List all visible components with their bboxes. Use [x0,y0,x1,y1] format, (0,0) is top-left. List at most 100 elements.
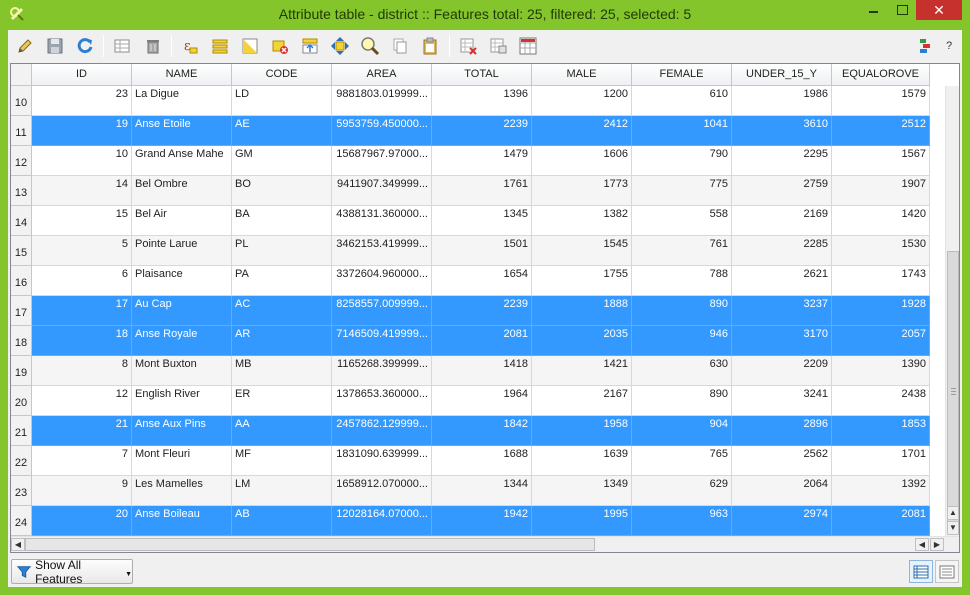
table-cell[interactable]: 2285 [732,236,832,266]
table-corner[interactable] [11,64,32,86]
table-cell[interactable]: Bel Ombre [132,176,232,206]
table-cell[interactable]: 2209 [732,356,832,386]
table-cell[interactable]: 2562 [732,446,832,476]
table-cell[interactable]: 1701 [832,446,930,476]
table-cell[interactable]: 1606 [532,146,632,176]
table-cell[interactable]: 3241 [732,386,832,416]
table-cell[interactable]: 2167 [532,386,632,416]
table-row[interactable]: 19 8 Mont Buxton MB 1165268.399999... 1418 142… [11,356,946,386]
maximize-button[interactable] [888,0,916,20]
scroll-right-button[interactable]: ▶ [930,538,944,551]
table-cell[interactable]: 1658912.070000... [332,476,432,506]
table-cell[interactable]: LD [232,86,332,116]
table-row[interactable]: 18 18 Anse Royale AR 7146509.419999... 2081 20… [11,326,946,356]
copy-selected-button[interactable] [389,35,411,57]
column-header[interactable]: ID [32,64,132,86]
row-header[interactable]: 24 [11,506,32,536]
table-row[interactable]: 16 6 Plaisance PA 3372604.960000... 1654 1755 7… [11,266,946,296]
table-cell[interactable]: Les Mamelles [132,476,232,506]
table-cell[interactable]: AB [232,506,332,536]
table-cell[interactable]: Anse Royale [132,326,232,356]
table-cell[interactable]: 1344 [432,476,532,506]
delete-feature-button[interactable] [142,35,164,57]
row-header[interactable]: 22 [11,446,32,476]
table-row[interactable]: 17 17 Au Cap AC 8258557.009999... 2239 1888 890… [11,296,946,326]
table-cell[interactable]: 3170 [732,326,832,356]
table-cell[interactable]: ER [232,386,332,416]
table-cell[interactable]: 10 [32,146,132,176]
table-cell[interactable]: 790 [632,146,732,176]
table-cell[interactable]: 19 [32,116,132,146]
table-cell[interactable]: 963 [632,506,732,536]
row-header[interactable]: 11 [11,116,32,146]
table-cell[interactable]: Pointe Larue [132,236,232,266]
table-view-button[interactable] [909,560,933,583]
table-cell[interactable]: 2035 [532,326,632,356]
table-cell[interactable]: GM [232,146,332,176]
table-cell[interactable]: 14 [32,176,132,206]
table-cell[interactable]: 2512 [832,116,930,146]
table-cell[interactable]: 2064 [732,476,832,506]
row-header[interactable]: 16 [11,266,32,296]
pan-to-selected-button[interactable] [329,35,351,57]
table-cell[interactable]: 1345 [432,206,532,236]
table-cell[interactable]: 4388131.360000... [332,206,432,236]
table-cell[interactable]: 1755 [532,266,632,296]
table-row[interactable]: 20 12 English River ER 1378653.360000... 1964… [11,386,946,416]
scroll-down-button[interactable]: ▼ [947,521,959,535]
table-cell[interactable]: 890 [632,296,732,326]
table-cell[interactable]: 2621 [732,266,832,296]
row-header[interactable]: 20 [11,386,32,416]
row-header[interactable]: 14 [11,206,32,236]
table-cell[interactable]: 3372604.960000... [332,266,432,296]
column-header[interactable]: AREA [332,64,432,86]
table-cell[interactable]: 1479 [432,146,532,176]
table-cell[interactable]: BA [232,206,332,236]
table-row[interactable]: 22 7 Mont Fleuri MF 1831090.639999... 1688 163… [11,446,946,476]
table-row[interactable]: 23 9 Les Mamelles LM 1658912.070000... 1344 13… [11,476,946,506]
table-cell[interactable]: 788 [632,266,732,296]
table-cell[interactable]: PA [232,266,332,296]
table-cell[interactable]: 1200 [532,86,632,116]
table-cell[interactable]: PL [232,236,332,266]
table-cell[interactable]: 8258557.009999... [332,296,432,326]
table-cell[interactable]: Au Cap [132,296,232,326]
table-cell[interactable]: 761 [632,236,732,266]
table-cell[interactable]: Anse Aux Pins [132,416,232,446]
table-cell[interactable]: 15687967.97000... [332,146,432,176]
table-cell[interactable]: 1761 [432,176,532,206]
table-cell[interactable]: 629 [632,476,732,506]
table-row[interactable]: 10 23 La Digue LD 9881803.019999... 1396 1200 6… [11,86,946,116]
table-cell[interactable]: 21 [32,416,132,446]
table-cell[interactable]: 2239 [432,116,532,146]
help-button[interactable]: ? [938,35,960,57]
table-cell[interactable]: Mont Buxton [132,356,232,386]
column-header[interactable]: UNDER_15_Y [732,64,832,86]
table-row[interactable]: 13 14 Bel Ombre BO 9411907.349999... 1761 1773… [11,176,946,206]
column-header[interactable]: FEMALE [632,64,732,86]
table-cell[interactable]: AA [232,416,332,446]
table-cell[interactable]: 946 [632,326,732,356]
row-header[interactable]: 18 [11,326,32,356]
select-all-button[interactable] [209,35,231,57]
table-cell[interactable]: 23 [32,86,132,116]
table-row[interactable]: 21 21 Anse Aux Pins AA 2457862.129999... 1842… [11,416,946,446]
table-cell[interactable]: 1986 [732,86,832,116]
table-cell[interactable]: 2457862.129999... [332,416,432,446]
table-cell[interactable]: 2239 [432,296,532,326]
table-cell[interactable]: 1842 [432,416,532,446]
table-cell[interactable]: 3237 [732,296,832,326]
table-cell[interactable]: 2081 [432,326,532,356]
table-cell[interactable]: 9881803.019999... [332,86,432,116]
table-cell[interactable]: 1964 [432,386,532,416]
table-cell[interactable]: 20 [32,506,132,536]
vertical-scroll-thumb[interactable] [947,251,959,535]
table-cell[interactable]: 9411907.349999... [332,176,432,206]
table-cell[interactable]: 1418 [432,356,532,386]
delete-selected-button[interactable] [111,35,133,57]
table-cell[interactable]: English River [132,386,232,416]
table-cell[interactable]: 3462153.419999... [332,236,432,266]
table-cell[interactable]: Anse Etoile [132,116,232,146]
paste-features-button[interactable] [419,35,441,57]
vertical-scrollbar[interactable]: ▲ ▼ [945,86,959,536]
